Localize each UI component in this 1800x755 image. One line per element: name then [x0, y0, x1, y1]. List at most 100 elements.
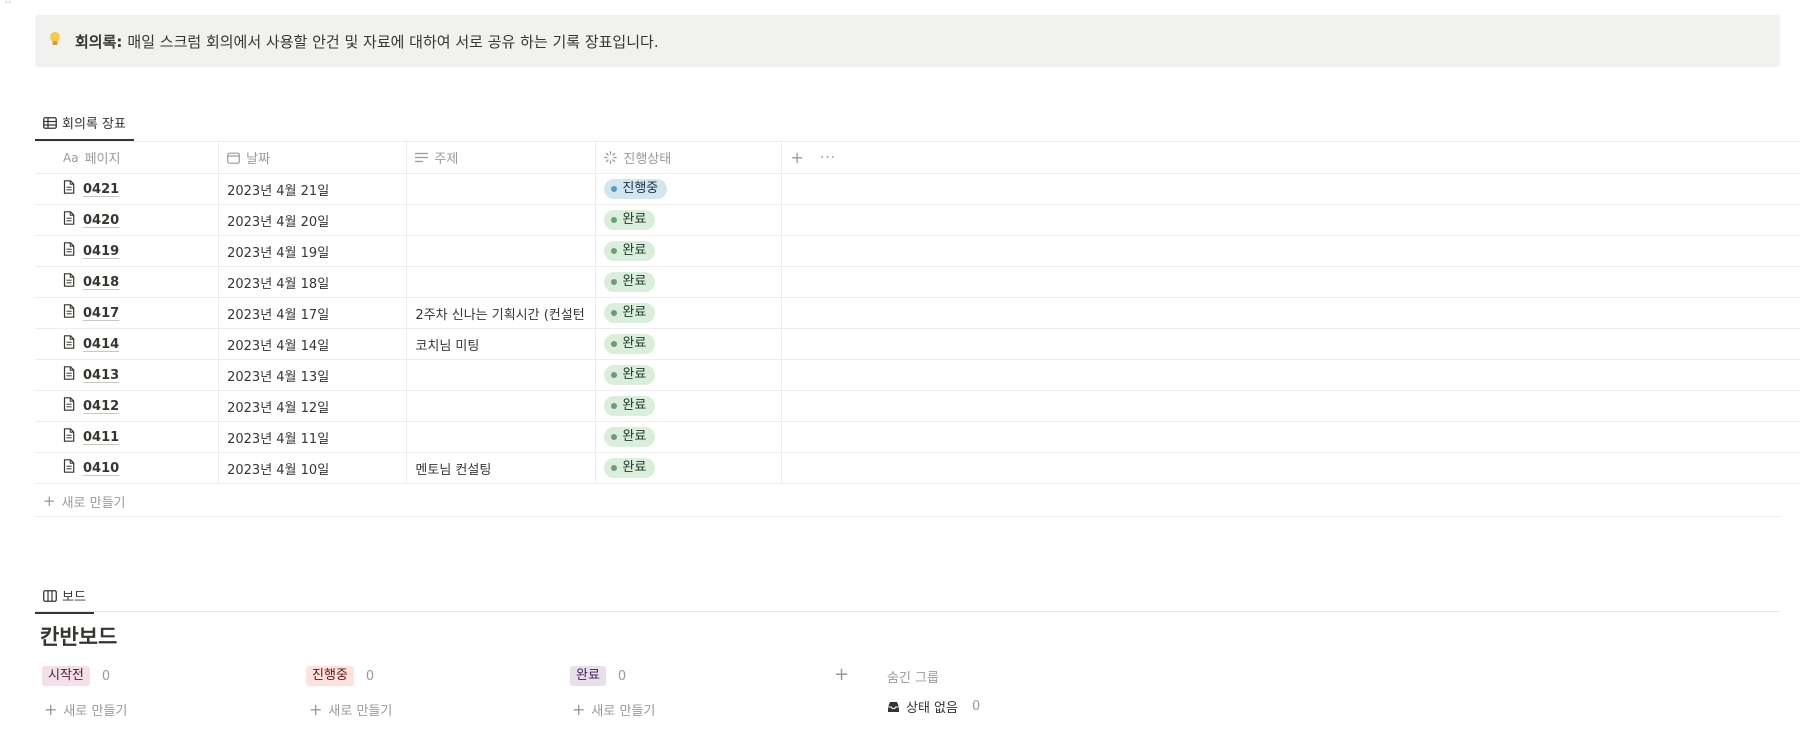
column-header-page[interactable]: Aa 페이지 [35, 141, 220, 174]
tab-board-view[interactable]: 보드 [35, 586, 94, 614]
page-title-link[interactable]: 0418 [83, 275, 119, 290]
table-row[interactable]: 0418 2023년 4월 18일 완료 [35, 266, 1800, 298]
board-new-card-button[interactable]: + 새로 만들기 [309, 700, 392, 719]
cell-empty [781, 452, 1800, 484]
page-title-link[interactable]: 0419 [83, 244, 119, 259]
cell-date[interactable]: 2023년 4월 13일 [218, 359, 408, 391]
page-title-link[interactable]: 0412 [83, 399, 119, 414]
table-row[interactable]: 0420 2023년 4월 20일 완료 [35, 204, 1800, 236]
cell-status[interactable]: 완료 [595, 390, 783, 422]
board-group-done[interactable]: 완료 0 [570, 666, 626, 686]
status-dot-icon [611, 310, 618, 316]
cell-status[interactable]: 완료 [595, 266, 783, 298]
cell-status[interactable]: 진행중 [595, 173, 783, 205]
cell-status[interactable]: 완료 [595, 235, 783, 267]
board-new-card-button[interactable]: + 새로 만들기 [572, 700, 655, 719]
cell-status[interactable]: 완료 [595, 328, 783, 360]
group-count: 0 [365, 668, 375, 684]
add-group-icon[interactable]: + [834, 664, 849, 685]
status-badge: 완료 [604, 458, 656, 478]
table-row[interactable]: 0410 2023년 4월 10일 멘토님 컨설팅 완료 [35, 452, 1800, 484]
cell-status[interactable]: 완료 [595, 421, 783, 453]
board-group-in-progress[interactable]: 진행중 0 [306, 666, 374, 686]
cell-date[interactable]: 2023년 4월 12일 [218, 390, 408, 422]
cell-date[interactable]: 2023년 4월 14일 [218, 328, 408, 360]
table-row[interactable]: 0411 2023년 4월 11일 완료 [35, 421, 1800, 453]
table-row[interactable]: 0413 2023년 4월 13일 완료 [35, 359, 1800, 391]
cell-date[interactable]: 2023년 4월 20일 [218, 204, 408, 236]
no-status-group[interactable]: 상태 없음 0 [887, 697, 980, 716]
page-icon [63, 273, 75, 291]
page-title-link[interactable]: 0413 [83, 368, 119, 383]
cell-topic[interactable] [406, 235, 597, 267]
cell-page[interactable]: 0421 [35, 173, 220, 205]
cell-date[interactable]: 2023년 4월 11일 [218, 421, 408, 453]
board-tab-divider [35, 611, 1780, 612]
add-column-icon[interactable]: + [790, 148, 803, 167]
board-group-not-started[interactable]: 시작전 0 [42, 666, 110, 686]
cell-status[interactable]: 완료 [595, 204, 783, 236]
cell-page[interactable]: 0418 [35, 266, 220, 298]
cell-topic[interactable]: 코치님 미팅 [406, 328, 597, 360]
status-dot-icon [611, 434, 618, 440]
cell-page[interactable]: 0414 [35, 328, 220, 360]
cell-date[interactable]: 2023년 4월 21일 [218, 173, 408, 205]
cell-topic[interactable]: 2주차 신나는 기획시간 (컨설턴 [406, 297, 597, 329]
table-row[interactable]: 0412 2023년 4월 12일 완료 [35, 390, 1800, 422]
cell-topic[interactable] [406, 421, 597, 453]
status-badge: 완료 [604, 365, 656, 385]
cell-page[interactable]: 0417 [35, 297, 220, 329]
page-title-link[interactable]: 0410 [83, 461, 119, 476]
table-row[interactable]: 0421 2023년 4월 21일 진행중 [35, 173, 1800, 205]
cell-page[interactable]: 0411 [35, 421, 220, 453]
tab-table-view[interactable]: 회의록 장표 [35, 113, 134, 141]
cell-topic[interactable] [406, 359, 597, 391]
cell-date[interactable]: 2023년 4월 19일 [218, 235, 408, 267]
cell-page[interactable]: 0410 [35, 452, 220, 484]
cell-date[interactable]: 2023년 4월 10일 [218, 452, 408, 484]
cell-status[interactable]: 완료 [595, 359, 783, 391]
table-row[interactable]: 0417 2023년 4월 17일 2주차 신나는 기획시간 (컨설턴 완료 [35, 297, 1800, 329]
page-title-link[interactable]: 0417 [83, 306, 119, 321]
page-icon [63, 459, 75, 477]
page-title-link[interactable]: 0414 [83, 337, 119, 352]
column-header-date[interactable]: 날짜 [218, 141, 408, 174]
cell-status[interactable]: 완료 [595, 297, 783, 329]
cell-empty [781, 359, 1800, 391]
cell-date[interactable]: 2023년 4월 18일 [218, 266, 408, 298]
cell-page[interactable]: 0413 [35, 359, 220, 391]
cell-topic[interactable] [406, 173, 597, 205]
status-badge: 완료 [604, 241, 656, 261]
column-header-topic[interactable]: 주제 [406, 141, 597, 174]
lightbulb-icon [49, 31, 61, 51]
column-header-status[interactable]: 진행상태 [595, 141, 783, 174]
table-row[interactable]: 0419 2023년 4월 19일 완료 [35, 235, 1800, 267]
cell-topic[interactable] [406, 204, 597, 236]
cell-status[interactable]: 완료 [595, 452, 783, 484]
callout: 회의록: 매일 스크럼 회의에서 사용할 안건 및 자료에 대하여 서로 공유 … [35, 15, 1780, 67]
cell-page[interactable]: 0419 [35, 235, 220, 267]
status-badge: 진행중 [604, 179, 668, 199]
cell-page[interactable]: 0420 [35, 204, 220, 236]
page-icon [63, 366, 75, 384]
status-dot-icon [611, 279, 618, 285]
cell-topic[interactable] [406, 266, 597, 298]
table-row[interactable]: 0414 2023년 4월 14일 코치님 미팅 완료 [35, 328, 1800, 360]
board-new-card-button[interactable]: + 새로 만들기 [44, 700, 127, 719]
cell-topic[interactable]: 멘토님 컨설팅 [406, 452, 597, 484]
table-new-row-button[interactable]: + 새로 만들기 [35, 486, 1780, 517]
more-options-icon[interactable]: ··· [820, 150, 836, 166]
page-title-link[interactable]: 0421 [83, 182, 119, 197]
cell-date[interactable]: 2023년 4월 17일 [218, 297, 408, 329]
cell-empty [781, 297, 1800, 329]
status-badge: 완료 [604, 210, 656, 230]
cell-page[interactable]: 0412 [35, 390, 220, 422]
cell-topic[interactable] [406, 390, 597, 422]
text-type-icon: Aa [63, 150, 79, 165]
group-count: 0 [101, 668, 111, 684]
page-title-link[interactable]: 0420 [83, 213, 119, 228]
status-dot-icon [611, 217, 618, 223]
page-icon [63, 180, 75, 198]
callout-label: 회의록: [75, 32, 123, 51]
page-title-link[interactable]: 0411 [83, 430, 119, 445]
